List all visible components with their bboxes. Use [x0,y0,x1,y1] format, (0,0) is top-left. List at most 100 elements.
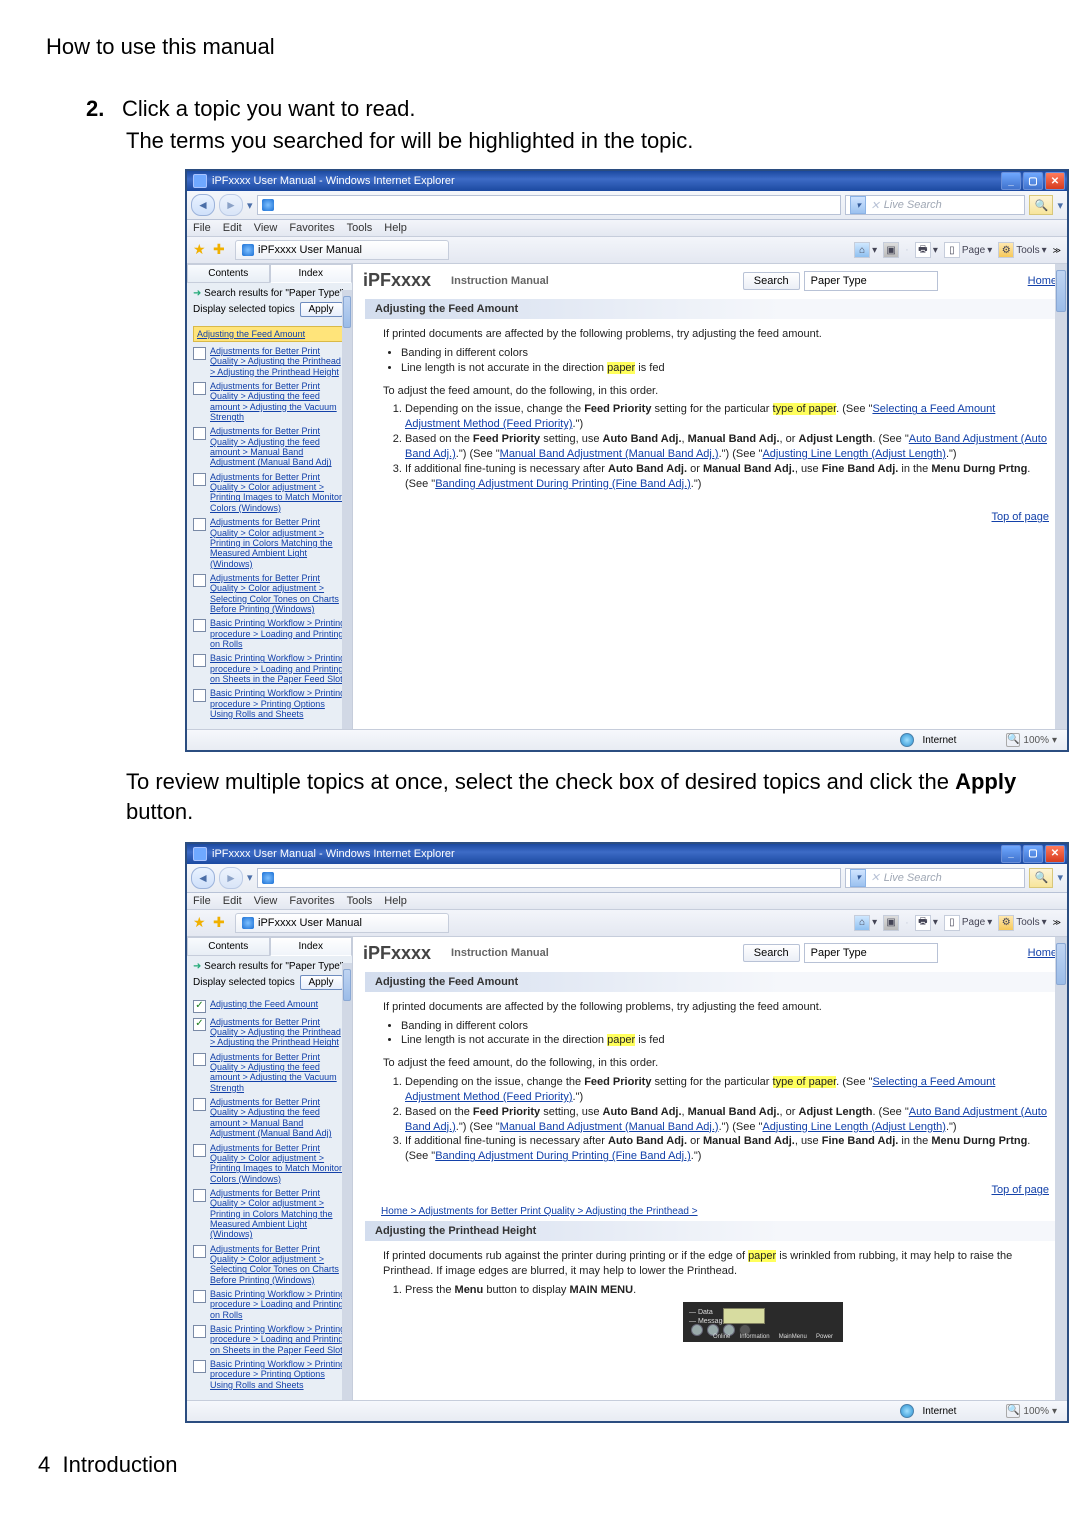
result-checkbox[interactable] [193,1098,206,1111]
result-checkbox[interactable] [193,1325,206,1338]
toolbar-print[interactable]: 🖶▾ [915,915,938,931]
menu-favorites[interactable]: Favorites [289,895,334,907]
nav-back[interactable]: ◄ [191,194,215,216]
result-link[interactable]: Basic Printing Workflow > Printing proce… [210,688,346,719]
search-engine-dropdown[interactable]: ▾ [850,196,866,214]
toolbar-tools[interactable]: ⚙Tools ▾ [998,915,1046,931]
content-link[interactable]: Manual Band Adjustment (Manual Band Adj.… [500,1121,719,1133]
result-link[interactable]: Basic Printing Workflow > Printing proce… [210,1359,346,1390]
home-link[interactable]: Home [1028,275,1057,287]
toolbar-home[interactable]: ⌂▾ [854,915,877,931]
browser-search-input[interactable]: ▾ ✕ Live Search [845,195,1025,215]
apply-button[interactable]: Apply [300,975,343,990]
window-maximize[interactable]: ▢ [1023,845,1043,863]
toolbar-home[interactable]: ⌂▾ [854,242,877,258]
toolbar-feed[interactable]: ▣ [883,242,899,258]
nav-forward[interactable]: ► [219,194,243,216]
result-checkbox[interactable] [193,518,206,531]
result-checkbox[interactable] [193,1245,206,1258]
content-link[interactable]: Adjusting Line Length (Adjust Length) [762,448,945,460]
result-link[interactable]: Basic Printing Workflow > Printing proce… [210,618,346,649]
result-checkbox[interactable] [193,574,206,587]
menu-file[interactable]: File [193,895,211,907]
toolbar-page[interactable]: ▯Page ▾ [944,915,992,931]
content-link[interactable]: Manual Band Adjustment (Manual Band Adj.… [500,448,719,460]
toolbar-overflow-icon[interactable]: ≫ [1053,246,1061,255]
content-scrollbar[interactable] [1055,264,1067,729]
browser-search-input[interactable]: ▾ ✕ Live Search [845,868,1025,888]
result-link[interactable]: Adjustments for Better Print Quality > A… [210,1097,346,1138]
content-search-input[interactable] [804,271,938,291]
menu-file[interactable]: File [193,222,211,234]
content-link[interactable]: Banding Adjustment During Printing (Fine… [435,1150,691,1162]
browser-search-go[interactable]: 🔍 [1029,195,1053,215]
menu-edit[interactable]: Edit [223,895,242,907]
result-link[interactable]: Adjustments for Better Print Quality > A… [210,426,346,467]
result-link[interactable]: Adjustments for Better Print Quality > C… [210,1143,346,1184]
pane-tab-contents[interactable]: Contents [187,937,270,956]
toolbar-print[interactable]: 🖶▾ [915,242,938,258]
top-of-page-link[interactable]: Top of page [353,511,1049,523]
favorites-add-icon[interactable]: ✚ [213,242,229,258]
result-checkbox[interactable] [193,1053,206,1066]
nav-forward[interactable]: ► [219,867,243,889]
result-checkbox[interactable] [193,619,206,632]
address-bar[interactable] [257,195,842,215]
menu-edit[interactable]: Edit [223,222,242,234]
result-checkbox[interactable] [193,654,206,667]
toolbar-page[interactable]: ▯Page ▾ [944,242,992,258]
favorites-star-icon[interactable]: ★ [193,915,209,931]
window-maximize[interactable]: ▢ [1023,172,1043,190]
result-checkbox[interactable] [193,473,206,486]
nav-dropdown[interactable]: ▾ [247,871,253,884]
breadcrumb[interactable]: Home > Adjustments for Better Print Qual… [381,1206,698,1217]
result-link[interactable]: Adjusting the Feed Amount [210,999,318,1013]
result-checkbox[interactable] [193,347,206,360]
result-link[interactable]: Basic Printing Workflow > Printing proce… [210,1289,346,1320]
favorites-star-icon[interactable]: ★ [193,242,209,258]
result-checkbox[interactable] [193,1360,206,1373]
content-search-input[interactable] [804,943,938,963]
content-search-button[interactable]: Search [743,272,800,290]
address-bar[interactable] [257,868,842,888]
window-close[interactable]: ✕ [1045,172,1065,190]
result-link[interactable]: Basic Printing Workflow > Printing proce… [210,1324,346,1355]
result-link[interactable]: Adjustments for Better Print Quality > A… [210,346,346,377]
result-link[interactable]: Adjustments for Better Print Quality > C… [210,1188,346,1240]
menu-tools[interactable]: Tools [347,895,373,907]
result-checkbox[interactable] [193,427,206,440]
result-checkbox[interactable] [193,1290,206,1303]
status-zoom[interactable]: 🔍100% ▾ [1002,1403,1061,1419]
browser-tab[interactable]: iPFxxxx User Manual [235,240,449,260]
menu-view[interactable]: View [254,222,278,234]
content-scrollbar[interactable] [1055,937,1067,1400]
status-zoom[interactable]: 🔍100% ▾ [1002,732,1061,748]
sidebar-scrollbar[interactable] [342,963,352,1400]
sidebar-scrollbar[interactable] [342,290,352,729]
menu-view[interactable]: View [254,895,278,907]
menu-help[interactable]: Help [384,895,407,907]
nav-dropdown[interactable]: ▾ [247,199,253,212]
result-link[interactable]: Adjustments for Better Print Quality > C… [210,573,346,614]
result-checkbox-checked[interactable] [193,1000,206,1013]
result-link[interactable]: Adjustments for Better Print Quality > C… [210,1244,346,1285]
content-link[interactable]: Banding Adjustment During Printing (Fine… [435,478,691,490]
content-search-button[interactable]: Search [743,944,800,962]
home-link[interactable]: Home [1028,947,1057,959]
content-link[interactable]: Adjusting Line Length (Adjust Length) [762,1121,945,1133]
result-link[interactable]: Adjustments for Better Print Quality > C… [210,517,346,569]
toolbar-feed[interactable]: ▣ [883,915,899,931]
result-link[interactable]: Basic Printing Workflow > Printing proce… [210,653,346,684]
browser-search-go[interactable]: 🔍 [1029,868,1053,888]
menu-help[interactable]: Help [384,222,407,234]
browser-tab[interactable]: iPFxxxx User Manual [235,913,449,933]
search-menu-dropdown[interactable]: ▾ [1057,199,1063,212]
result-checkbox-checked[interactable] [193,1018,206,1031]
menu-favorites[interactable]: Favorites [289,222,334,234]
search-engine-dropdown[interactable]: ▾ [850,869,866,887]
top-of-page-link[interactable]: Top of page [353,1184,1049,1196]
pane-tab-index[interactable]: Index [270,937,353,956]
window-minimize[interactable]: _ [1001,172,1021,190]
result-checkbox[interactable] [193,1144,206,1157]
window-minimize[interactable]: _ [1001,845,1021,863]
